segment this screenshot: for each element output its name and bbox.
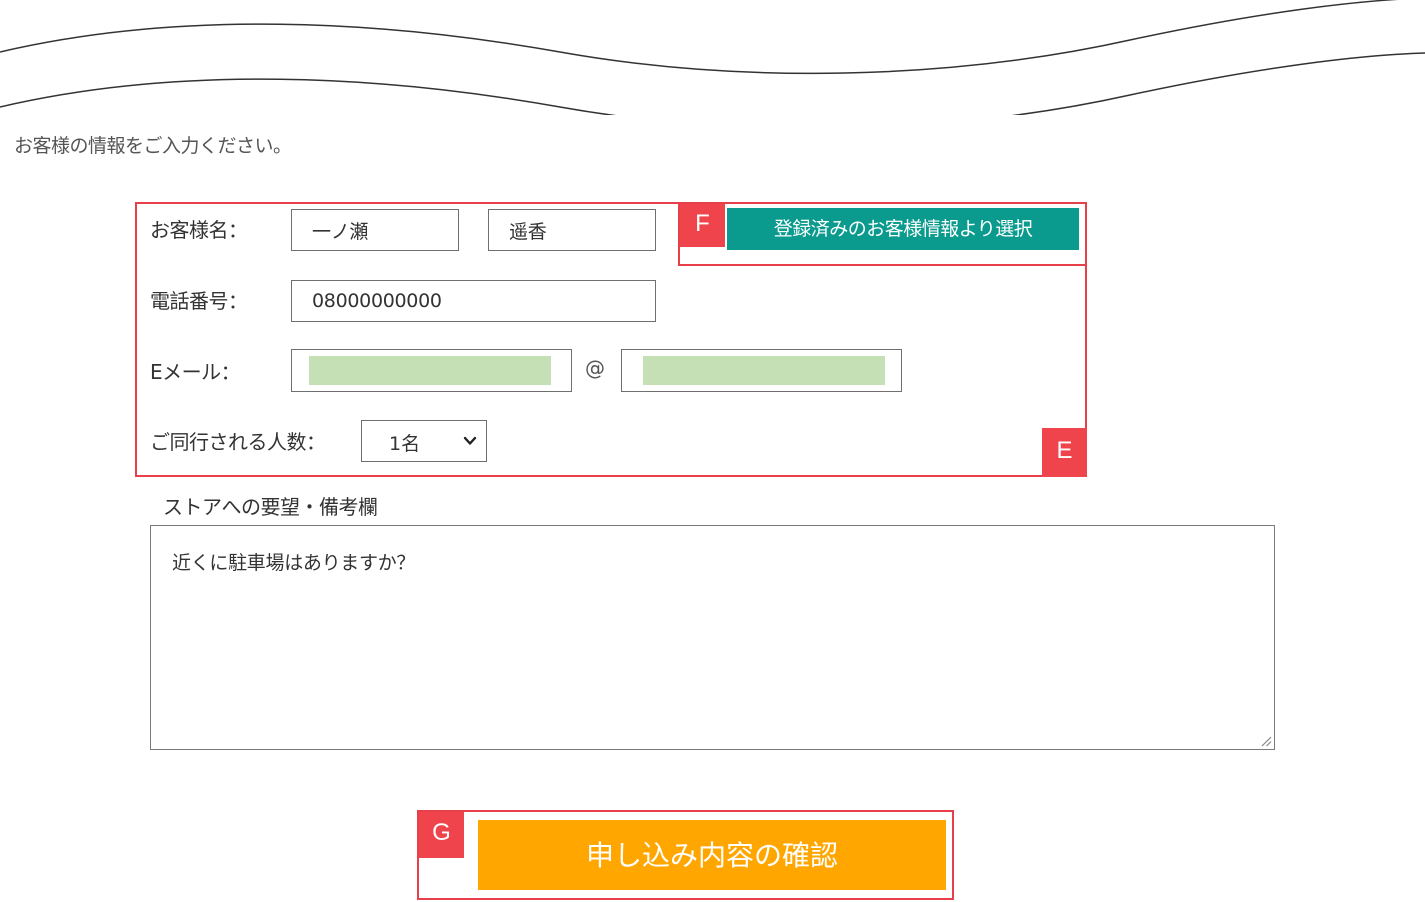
email-label: Eメール： (150, 360, 241, 384)
phone-input[interactable] (291, 280, 656, 322)
chevron-down-icon (463, 436, 477, 445)
resize-grip-icon[interactable] (1260, 735, 1272, 747)
notes-textarea[interactable]: 近くに駐車場はありますか？ (150, 525, 1275, 750)
notes-text: 近くに駐車場はありますか？ (172, 552, 416, 574)
notes-label: ストアへの要望・備考欄 (163, 495, 378, 519)
last-name-input[interactable] (291, 209, 459, 251)
phone-label: 電話番号： (150, 289, 248, 313)
party-size-select[interactable]: 1名 (361, 420, 487, 462)
party-size-label: ご同行される人数： (150, 430, 326, 454)
select-registered-customer-button[interactable]: 登録済みのお客様情報より選択 (727, 208, 1079, 250)
confirm-application-button[interactable]: 申し込み内容の確認 (478, 820, 946, 890)
redacted-block (643, 356, 885, 385)
email-domain-input[interactable] (621, 349, 902, 392)
wave-decoration (0, 0, 1425, 115)
email-at-sign: @ (585, 356, 605, 380)
redacted-block (309, 356, 551, 385)
email-local-input[interactable] (291, 349, 572, 392)
party-size-value: 1名 (389, 433, 421, 455)
highlight-tag-e: E (1042, 428, 1087, 477)
highlight-tag-f: F (680, 204, 725, 247)
intro-text: お客様の情報をご入力ください。 (14, 135, 292, 157)
highlight-tag-g: G (419, 812, 464, 858)
customer-name-label: お客様名： (150, 218, 248, 242)
first-name-input[interactable] (488, 209, 656, 251)
